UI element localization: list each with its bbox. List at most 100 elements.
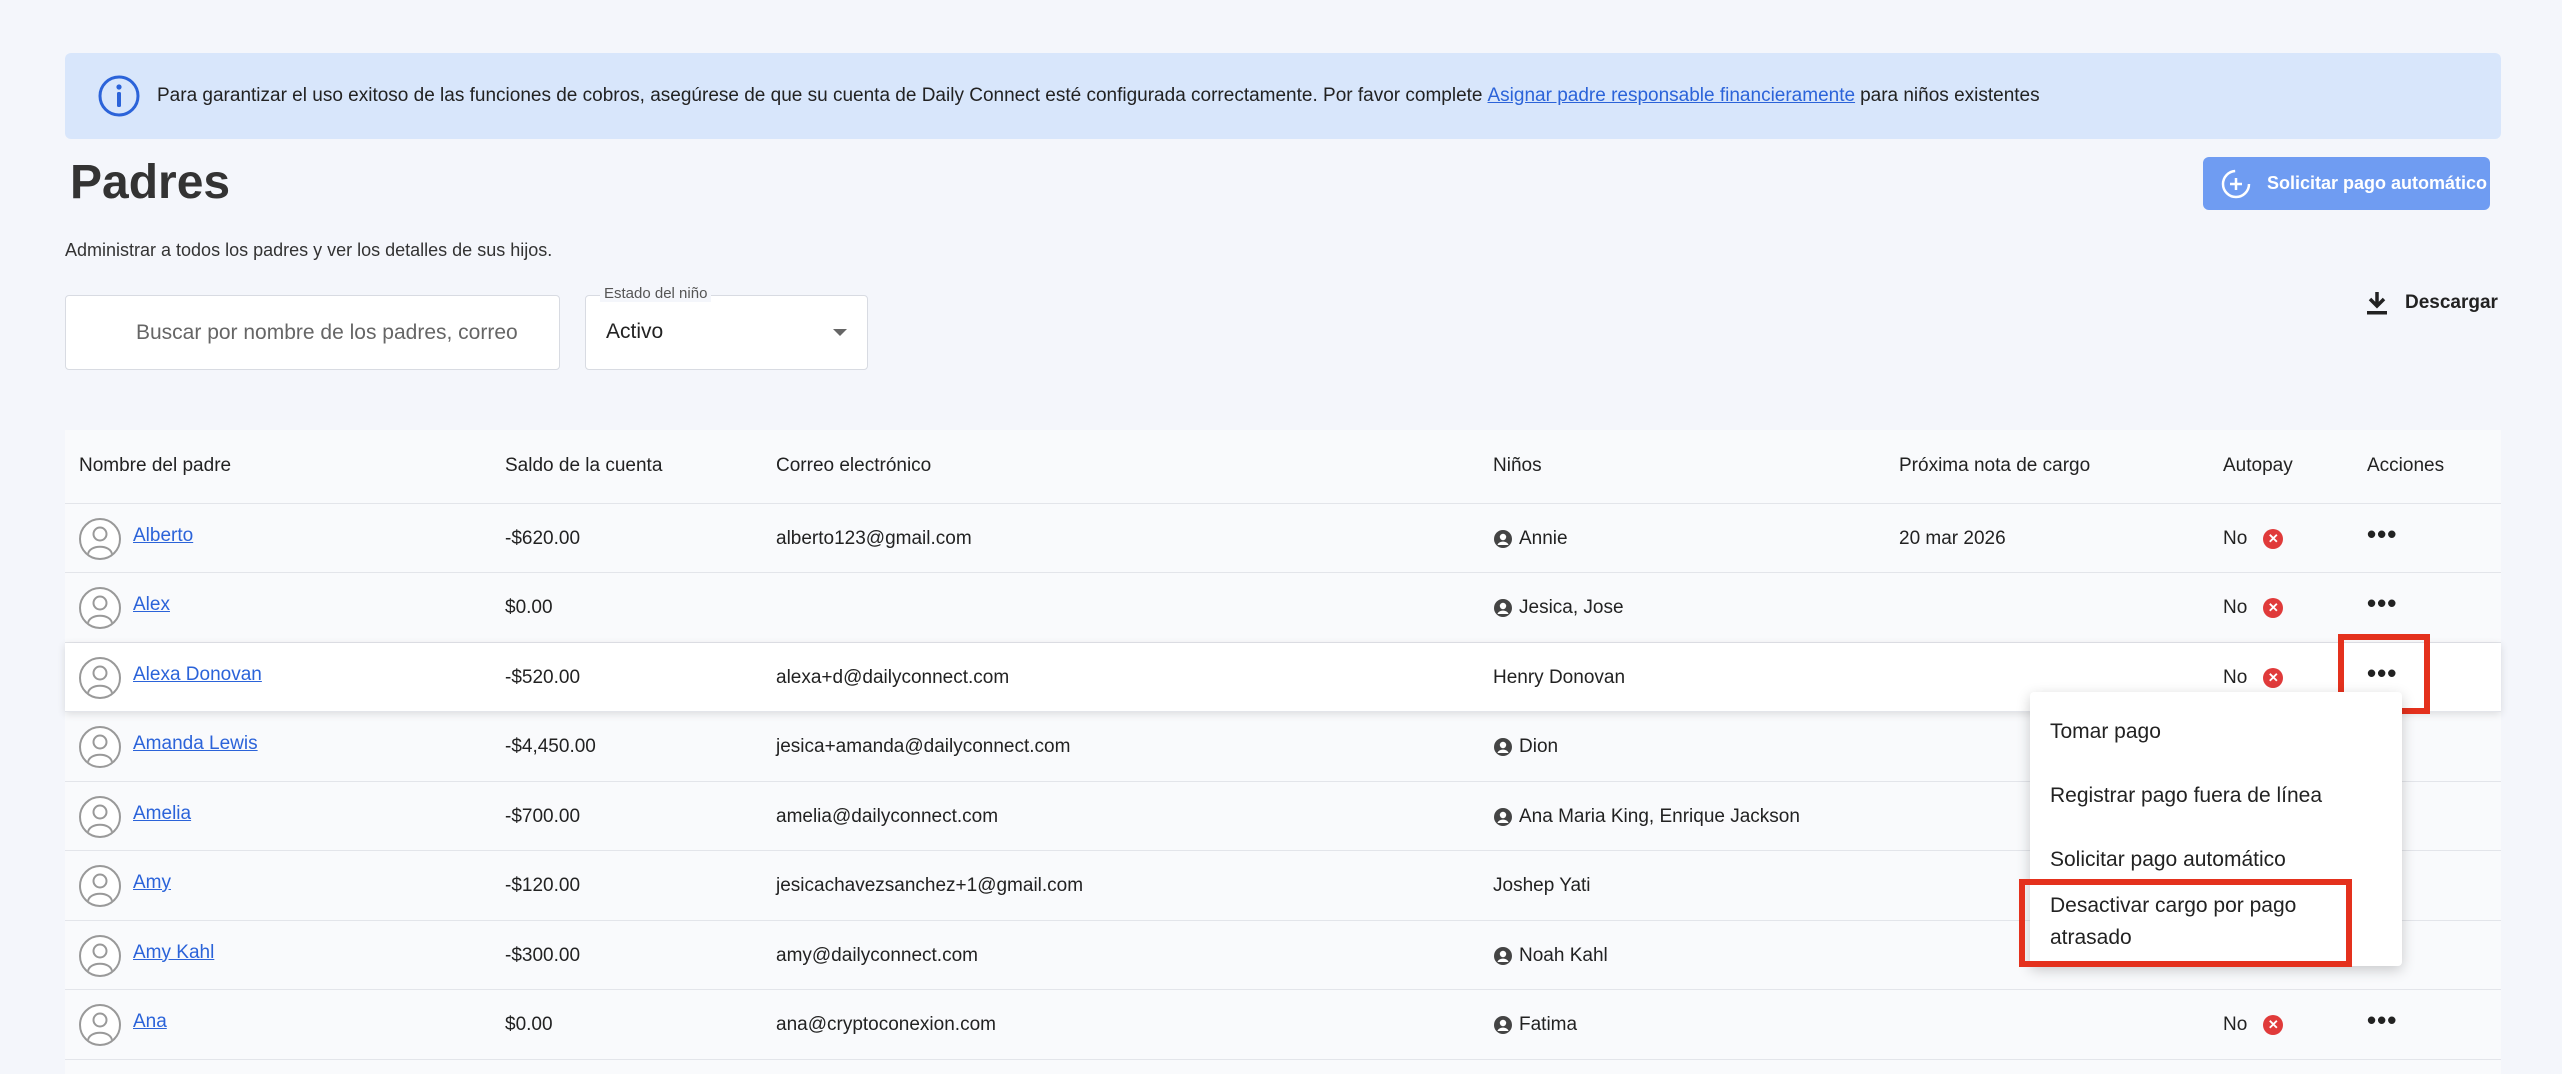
email-cell: amy@dailyconnect.com <box>776 944 978 966</box>
autopay-status: No <box>2223 666 2248 688</box>
header-kids: Niños <box>1493 455 1542 476</box>
request-autopay-button[interactable]: Solicitar pago automático <box>2203 157 2490 210</box>
download-icon <box>2367 292 2387 315</box>
balance-cell: -$300.00 <box>505 944 581 966</box>
x-circle-icon: ✕ <box>2263 1015 2284 1035</box>
child-status-select[interactable]: Estado del niño Activo <box>585 285 868 370</box>
avatar <box>79 1004 121 1046</box>
avatar <box>79 656 121 699</box>
avatar <box>79 587 121 629</box>
email-cell: amelia@dailyconnect.com <box>776 805 999 827</box>
kids-cell: Annie <box>1493 504 1568 573</box>
email-cell: alexa+d@dailyconnect.com <box>776 666 1010 688</box>
kids-names: Annie <box>1519 527 1568 549</box>
kids-cell: Henry Donovan <box>1493 643 1625 712</box>
parent-cell: Alberto <box>79 504 193 573</box>
kids-names: Joshep Yati <box>1493 875 1591 896</box>
balance-cell: $0.00 <box>505 1014 553 1035</box>
header-next-charge: Próxima nota de cargo <box>1899 455 2091 476</box>
assign-financial-parent-link[interactable]: Asignar padre responsable financierament… <box>1488 85 1856 107</box>
parent-name-link[interactable]: Alexa Donovan <box>133 664 262 686</box>
table-row: Alberto -$620.00 alberto123@gmail.com Annie… <box>65 504 2501 573</box>
balance-cell: $0.00 <box>505 597 553 618</box>
kids-names: Dion <box>1519 736 1559 757</box>
info-icon <box>98 75 140 117</box>
child-status-value: Activo <box>606 320 664 343</box>
child-icon <box>1494 946 1512 965</box>
kids-cell: Joshep Yati <box>1493 852 1591 921</box>
highlight-disable-late-fee <box>2019 879 2352 967</box>
avatar <box>79 517 121 560</box>
autopay-cell: No ✕ <box>2223 991 2284 1060</box>
balance-cell: -$4,450.00 <box>505 736 596 757</box>
parent-cell: Alex <box>79 574 170 643</box>
child-status-label: Estado del niño <box>600 285 712 302</box>
autopay-cell: No ✕ <box>2223 574 2284 643</box>
page-subtitle: Administrar a todos los padres y ver los… <box>65 240 553 260</box>
parent-cell: Amy Kahl <box>79 921 214 990</box>
child-icon <box>1494 529 1512 548</box>
balance-cell: -$520.00 <box>505 666 581 688</box>
actions-cell: ••• <box>2367 991 2397 1060</box>
banner-text-after: para niños existentes <box>1860 85 2040 106</box>
avatar <box>79 934 121 977</box>
more-actions-icon[interactable]: ••• <box>2367 1007 2397 1033</box>
parent-name-link[interactable]: Amy <box>133 872 171 894</box>
child-icon <box>1494 599 1512 617</box>
avatar <box>79 726 121 768</box>
header-actions: Acciones <box>2367 455 2445 476</box>
parent-cell: Amanda Lewis <box>79 713 258 782</box>
header-autopay: Autopay <box>2223 455 2293 476</box>
balance-cell: -$620.00 <box>505 527 581 549</box>
parent-cell: Ana <box>79 991 167 1060</box>
email-cell: jesica+amanda@dailyconnect.com <box>776 736 1071 757</box>
parent-name-link[interactable]: Amanda Lewis <box>133 733 258 755</box>
parent-name-link[interactable]: Alberto <box>133 525 193 547</box>
download-button[interactable]: Descargar <box>2365 290 2498 316</box>
parent-name-link[interactable]: Amy Kahl <box>133 942 214 964</box>
search-input[interactable] <box>136 320 559 345</box>
menu-item-request-autopay[interactable]: Solicitar pago automático <box>2050 844 2286 876</box>
email-cell: ana@cryptoconexion.com <box>776 1014 996 1035</box>
page-title: Padres <box>70 156 231 209</box>
kids-cell: Fatima <box>1493 991 1577 1060</box>
download-label: Descargar <box>2405 292 2498 313</box>
info-banner: Para garantizar el uso exitoso de las fu… <box>65 53 2501 139</box>
email-cell: alberto123@gmail.com <box>776 527 972 549</box>
autopay-cell: No ✕ <box>2223 504 2284 573</box>
kids-names: Fatima <box>1519 1014 1578 1035</box>
child-icon <box>1494 807 1512 826</box>
menu-item-offline-payment[interactable]: Registrar pago fuera de línea <box>2050 780 2322 812</box>
x-circle-icon: ✕ <box>2263 667 2284 688</box>
kids-names: Noah Kahl <box>1519 944 1608 966</box>
avatar <box>79 795 121 838</box>
table-row: Alex $0.00 Jesica, Jose No ✕ ••• <box>65 574 2501 643</box>
parent-cell: Alexa Donovan <box>79 643 262 712</box>
balance-cell: -$700.00 <box>505 805 581 827</box>
kids-cell: Dion <box>1493 713 1558 782</box>
menu-item-take-payment[interactable]: Tomar pago <box>2050 716 2161 748</box>
child-icon <box>1494 738 1512 756</box>
search-field[interactable] <box>65 295 560 370</box>
actions-cell: ••• <box>2367 574 2397 643</box>
header-balance[interactable]: Saldo de la cuenta <box>505 455 662 477</box>
kids-names: Ana Maria King, Enrique Jackson <box>1519 805 1800 827</box>
refresh-plus-icon <box>2221 169 2251 198</box>
parent-name-link[interactable]: Amelia <box>133 803 191 825</box>
autopay-status: No <box>2223 1014 2248 1035</box>
parent-name-link[interactable]: Alex <box>133 594 170 616</box>
parent-name-link[interactable]: Ana <box>133 1011 167 1033</box>
email-cell: jesicachavezsanchez+1@gmail.com <box>776 875 1084 896</box>
x-circle-icon: ✕ <box>2263 528 2284 549</box>
header-parent-name[interactable]: Nombre del padre <box>79 455 231 477</box>
chevron-down-icon <box>833 329 847 336</box>
kids-names: Henry Donovan <box>1493 666 1626 688</box>
autopay-status: No <box>2223 527 2248 549</box>
more-actions-icon[interactable]: ••• <box>2367 521 2397 547</box>
header-email[interactable]: Correo electrónico <box>776 455 931 477</box>
parent-cell: Amy <box>79 852 171 921</box>
x-circle-icon: ✕ <box>2263 598 2284 618</box>
banner-text: Para garantizar el uso exitoso de las fu… <box>157 85 1483 106</box>
more-actions-icon[interactable]: ••• <box>2367 590 2397 616</box>
avatar <box>79 865 121 907</box>
